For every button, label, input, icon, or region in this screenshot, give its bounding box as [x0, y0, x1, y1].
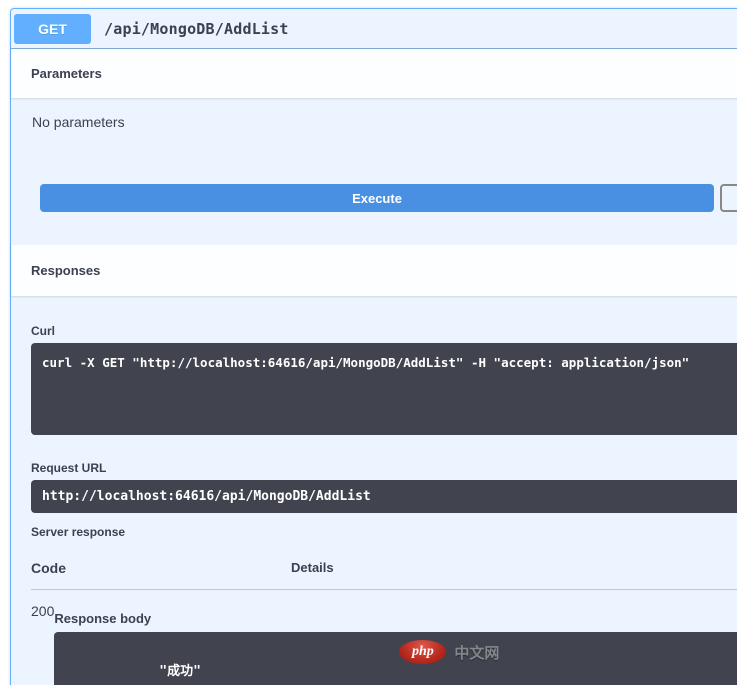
execute-button[interactable]: Execute: [40, 184, 714, 212]
curl-label: Curl: [31, 324, 55, 338]
php-logo-icon: php: [399, 640, 447, 664]
curl-command[interactable]: curl -X GET "http://localhost:64616/api/…: [31, 343, 737, 435]
server-response-label: Server response: [31, 525, 126, 539]
clear-button[interactable]: [720, 184, 737, 212]
server-response-table: Code Details 200 Response body "成功" php …: [31, 560, 737, 685]
details-column-header: Details: [291, 560, 334, 575]
responses-title: Responses: [31, 263, 101, 278]
request-url-value: http://localhost:64616/api/MongoDB/AddLi…: [31, 480, 737, 513]
code-column-header: Code: [31, 560, 66, 576]
no-parameters-message: No parameters: [32, 114, 125, 130]
response-body: "成功" php 中文网: [54, 632, 737, 685]
parameters-section-header: Parameters: [11, 49, 737, 98]
site-watermark: php 中文网: [399, 640, 499, 664]
status-code: 200: [31, 603, 55, 619]
response-body-label: Response body: [54, 611, 152, 626]
operation-summary[interactable]: GET /api/MongoDB/AddList: [11, 9, 737, 49]
responses-section-header: Responses: [11, 245, 737, 296]
details-cell: Response body "成功" php 中文网: [54, 603, 737, 685]
http-method-badge: GET: [14, 13, 91, 44]
watermark-text: 中文网: [454, 644, 500, 662]
parameters-title: Parameters: [31, 66, 102, 81]
response-body-text: "成功": [159, 664, 201, 679]
table-row: 200 Response body "成功" php 中文网: [31, 590, 737, 685]
endpoint-path: /api/MongoDB/AddList: [104, 19, 289, 38]
request-url-label: Request URL: [31, 461, 107, 475]
parameters-body: No parameters Execute: [11, 98, 737, 245]
responses-body: Curl curl -X GET "http://localhost:64616…: [11, 296, 737, 685]
operation-block-get: GET /api/MongoDB/AddList Parameters No p…: [10, 8, 737, 685]
execute-row: Execute: [40, 184, 737, 212]
server-response-table-head: Code Details: [31, 560, 737, 590]
